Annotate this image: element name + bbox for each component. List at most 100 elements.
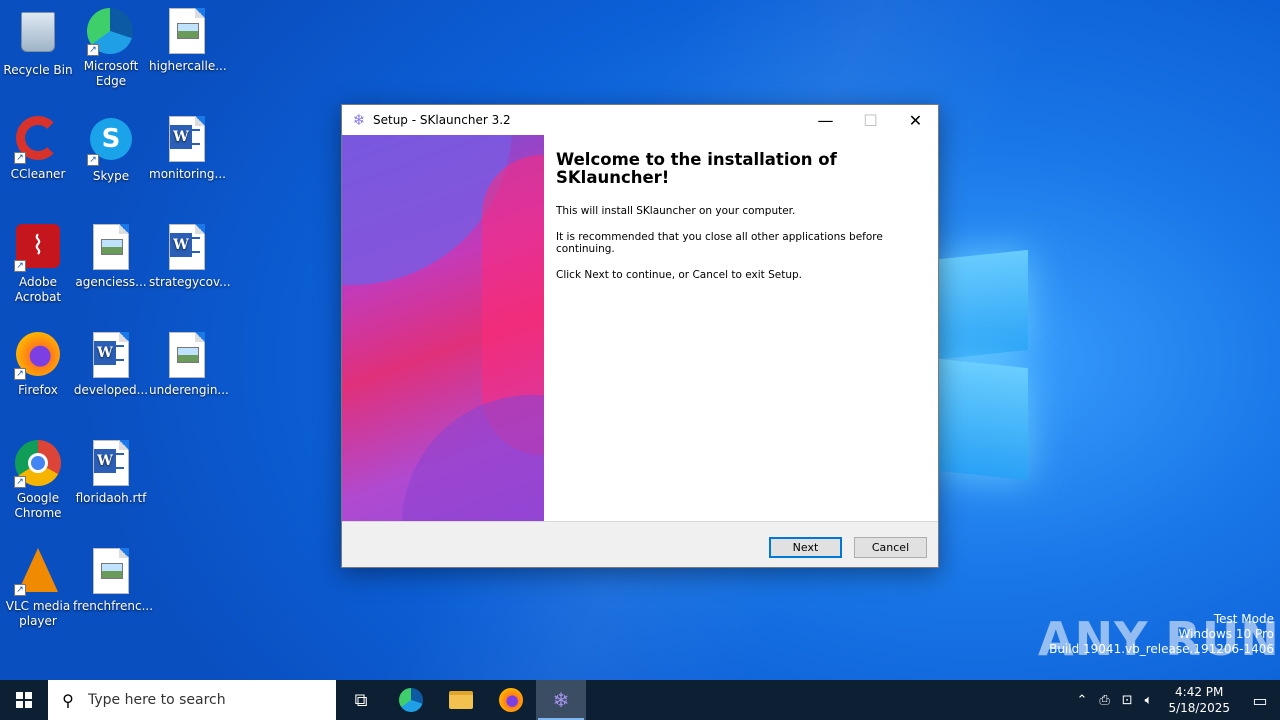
build-label: Build 19041.vb_release.191206-1406: [1049, 642, 1274, 656]
edge-icon: ↗: [87, 8, 135, 56]
sklauncher-app-icon: ❄: [352, 111, 366, 129]
taskbar-search-box[interactable]: ⚲ Type here to search: [48, 680, 336, 720]
desktop-icon-monitoring[interactable]: W monitoring...: [149, 116, 226, 182]
taskbar-sklauncher-button[interactable]: ❄: [536, 680, 586, 720]
folder-icon: [449, 691, 473, 709]
volume-icon[interactable]: 🔈︎: [1139, 693, 1159, 708]
wizard-text: Welcome to the installation of SKlaunche…: [556, 151, 926, 295]
wizard-footer: Next Cancel: [342, 521, 938, 567]
start-button[interactable]: [0, 680, 48, 720]
maximize-button: ☐: [863, 110, 878, 130]
word-document-icon: W: [163, 224, 211, 272]
close-button[interactable]: ✕: [893, 105, 938, 135]
desktop-icon-label: Recycle Bin: [3, 63, 73, 77]
taskbar-edge-button[interactable]: [386, 680, 436, 720]
desktop-icon-label: CCleaner: [10, 167, 66, 181]
system-tray: ⌃ ⎙ ⊡ 🔈︎ 4:42 PM 5/18/2025 ▭: [1070, 680, 1280, 720]
desktop-icon-developed[interactable]: W developed...: [73, 332, 149, 398]
shortcut-arrow-icon: ↗: [14, 260, 26, 272]
taskbar-clock[interactable]: 4:42 PM 5/18/2025: [1158, 684, 1240, 716]
clock-time: 4:42 PM: [1175, 685, 1224, 699]
chrome-icon: ↗: [14, 440, 62, 488]
desktop-icon-google-chrome[interactable]: ↗ Google Chrome: [0, 440, 76, 521]
ccleaner-icon: ↗: [14, 116, 62, 164]
desktop-icon-label: highercalle...: [149, 59, 227, 73]
show-hidden-icons-chevron-icon[interactable]: ⌃: [1070, 693, 1093, 708]
desktop-icon-firefox[interactable]: ↗ Firefox: [0, 332, 76, 398]
search-icon: ⚲: [62, 690, 74, 710]
desktop-icon-adobe-acrobat[interactable]: ⌇ ↗ Adobe Acrobat: [0, 224, 76, 305]
next-cancel-instruction: Click Next to continue, or Cancel to exi…: [556, 269, 802, 281]
welcome-heading: Welcome to the installation of SKlaunche…: [556, 150, 837, 187]
desktop-icon-floridaoh[interactable]: W floridaoh.rtf: [73, 440, 149, 506]
recycle-bin-icon: [14, 12, 62, 60]
next-button[interactable]: Next: [769, 537, 842, 558]
desktop-icon-frenchfrenc[interactable]: frenchfrenc...: [73, 548, 153, 614]
desktop-icon-strategycov[interactable]: W strategycov...: [149, 224, 231, 290]
wizard-banner-image: [342, 135, 544, 521]
desktop-icon-microsoft-edge[interactable]: ↗ Microsoft Edge: [73, 8, 149, 89]
windows-logo-icon: [16, 692, 32, 708]
skype-icon: S ↗: [87, 118, 135, 166]
desktop-icon-label: Google Chrome: [14, 491, 62, 520]
image-file-icon: [163, 8, 211, 56]
system-watermark: Test Mode Windows 10 Pro Build 19041.vb_…: [1049, 612, 1274, 657]
install-description: This will install SKlauncher on your com…: [556, 205, 796, 217]
shortcut-arrow-icon: ↗: [14, 584, 26, 596]
desktop-icon-recycle-bin[interactable]: Recycle Bin: [0, 8, 76, 78]
wallpaper-windows-logo: [930, 235, 1030, 481]
desktop-icon-label: agenciess...: [75, 275, 147, 289]
close-apps-recommendation: It is recommended that you close all oth…: [556, 231, 883, 255]
shortcut-arrow-icon: ↗: [14, 368, 26, 380]
desktop-icon-label: VLC media player: [5, 599, 71, 628]
desktop-icon-label: strategycov...: [149, 275, 231, 289]
desktop-icon-ccleaner[interactable]: ↗ CCleaner: [0, 116, 76, 182]
network-icon[interactable]: ⊡: [1116, 693, 1139, 708]
desktop-icon-highercalle[interactable]: highercalle...: [149, 8, 227, 74]
acrobat-icon: ⌇ ↗: [14, 224, 62, 272]
task-view-icon: ⧉: [354, 689, 368, 711]
desktop-icon-label: Microsoft Edge: [83, 59, 139, 88]
word-document-icon: W: [87, 332, 135, 380]
shortcut-arrow-icon: ↗: [14, 152, 26, 164]
desktop-icon-vlc-media-player[interactable]: ↗ VLC media player: [0, 548, 76, 629]
image-file-icon: [87, 224, 135, 272]
search-placeholder: Type here to search: [88, 692, 226, 708]
desktop-icon-label: floridaoh.rtf: [75, 491, 147, 505]
window-titlebar[interactable]: ❄ Setup - SKlauncher 3.2 — ☐ ✕: [342, 105, 938, 135]
word-document-icon: W: [87, 440, 135, 488]
task-view-button[interactable]: ⧉: [336, 680, 386, 720]
desktop-icon-skype[interactable]: S ↗ Skype: [73, 116, 149, 184]
taskbar: ⚲ Type here to search ⧉ ❄ ⌃ ⎙ ⊡ 🔈︎ 4:42 …: [0, 680, 1280, 720]
shortcut-arrow-icon: ↗: [14, 476, 26, 488]
desktop-icon-label: Adobe Acrobat: [14, 275, 62, 304]
desktop-icon-label: monitoring...: [149, 167, 226, 181]
window-title: Setup - SKlauncher 3.2: [373, 113, 511, 127]
setup-window: ❄ Setup - SKlauncher 3.2 — ☐ ✕ Welcome t…: [341, 104, 939, 568]
firefox-icon: [499, 688, 523, 712]
cancel-button[interactable]: Cancel: [854, 537, 927, 558]
test-mode-label: Test Mode: [1213, 612, 1274, 626]
word-document-icon: W: [163, 116, 211, 164]
clock-date: 5/18/2025: [1168, 701, 1230, 715]
desktop-icon-label: underengin...: [149, 383, 229, 397]
wizard-content: Welcome to the installation of SKlaunche…: [342, 135, 938, 521]
minimize-button[interactable]: —: [803, 105, 848, 135]
desktop-icon-underengin[interactable]: underengin...: [149, 332, 229, 398]
notification-center-icon[interactable]: ▭: [1240, 691, 1280, 710]
desktop-icon-label: developed...: [73, 383, 149, 397]
desktop-icon-label: frenchfrenc...: [73, 599, 154, 613]
vlc-cone-icon: ↗: [14, 548, 62, 596]
desktop-icon-label: Firefox: [18, 383, 58, 397]
edge-icon: [399, 688, 423, 712]
taskbar-file-explorer-button[interactable]: [436, 680, 486, 720]
image-file-icon: [87, 548, 135, 596]
desktop-icon-label: Skype: [92, 169, 130, 183]
taskbar-firefox-button[interactable]: [486, 680, 536, 720]
desktop-icon-agenciess[interactable]: agenciess...: [73, 224, 149, 290]
device-icon[interactable]: ⎙: [1093, 693, 1115, 708]
shortcut-arrow-icon: ↗: [87, 154, 99, 166]
firefox-icon: ↗: [14, 332, 62, 380]
shortcut-arrow-icon: ↗: [87, 44, 99, 56]
image-file-icon: [163, 332, 211, 380]
